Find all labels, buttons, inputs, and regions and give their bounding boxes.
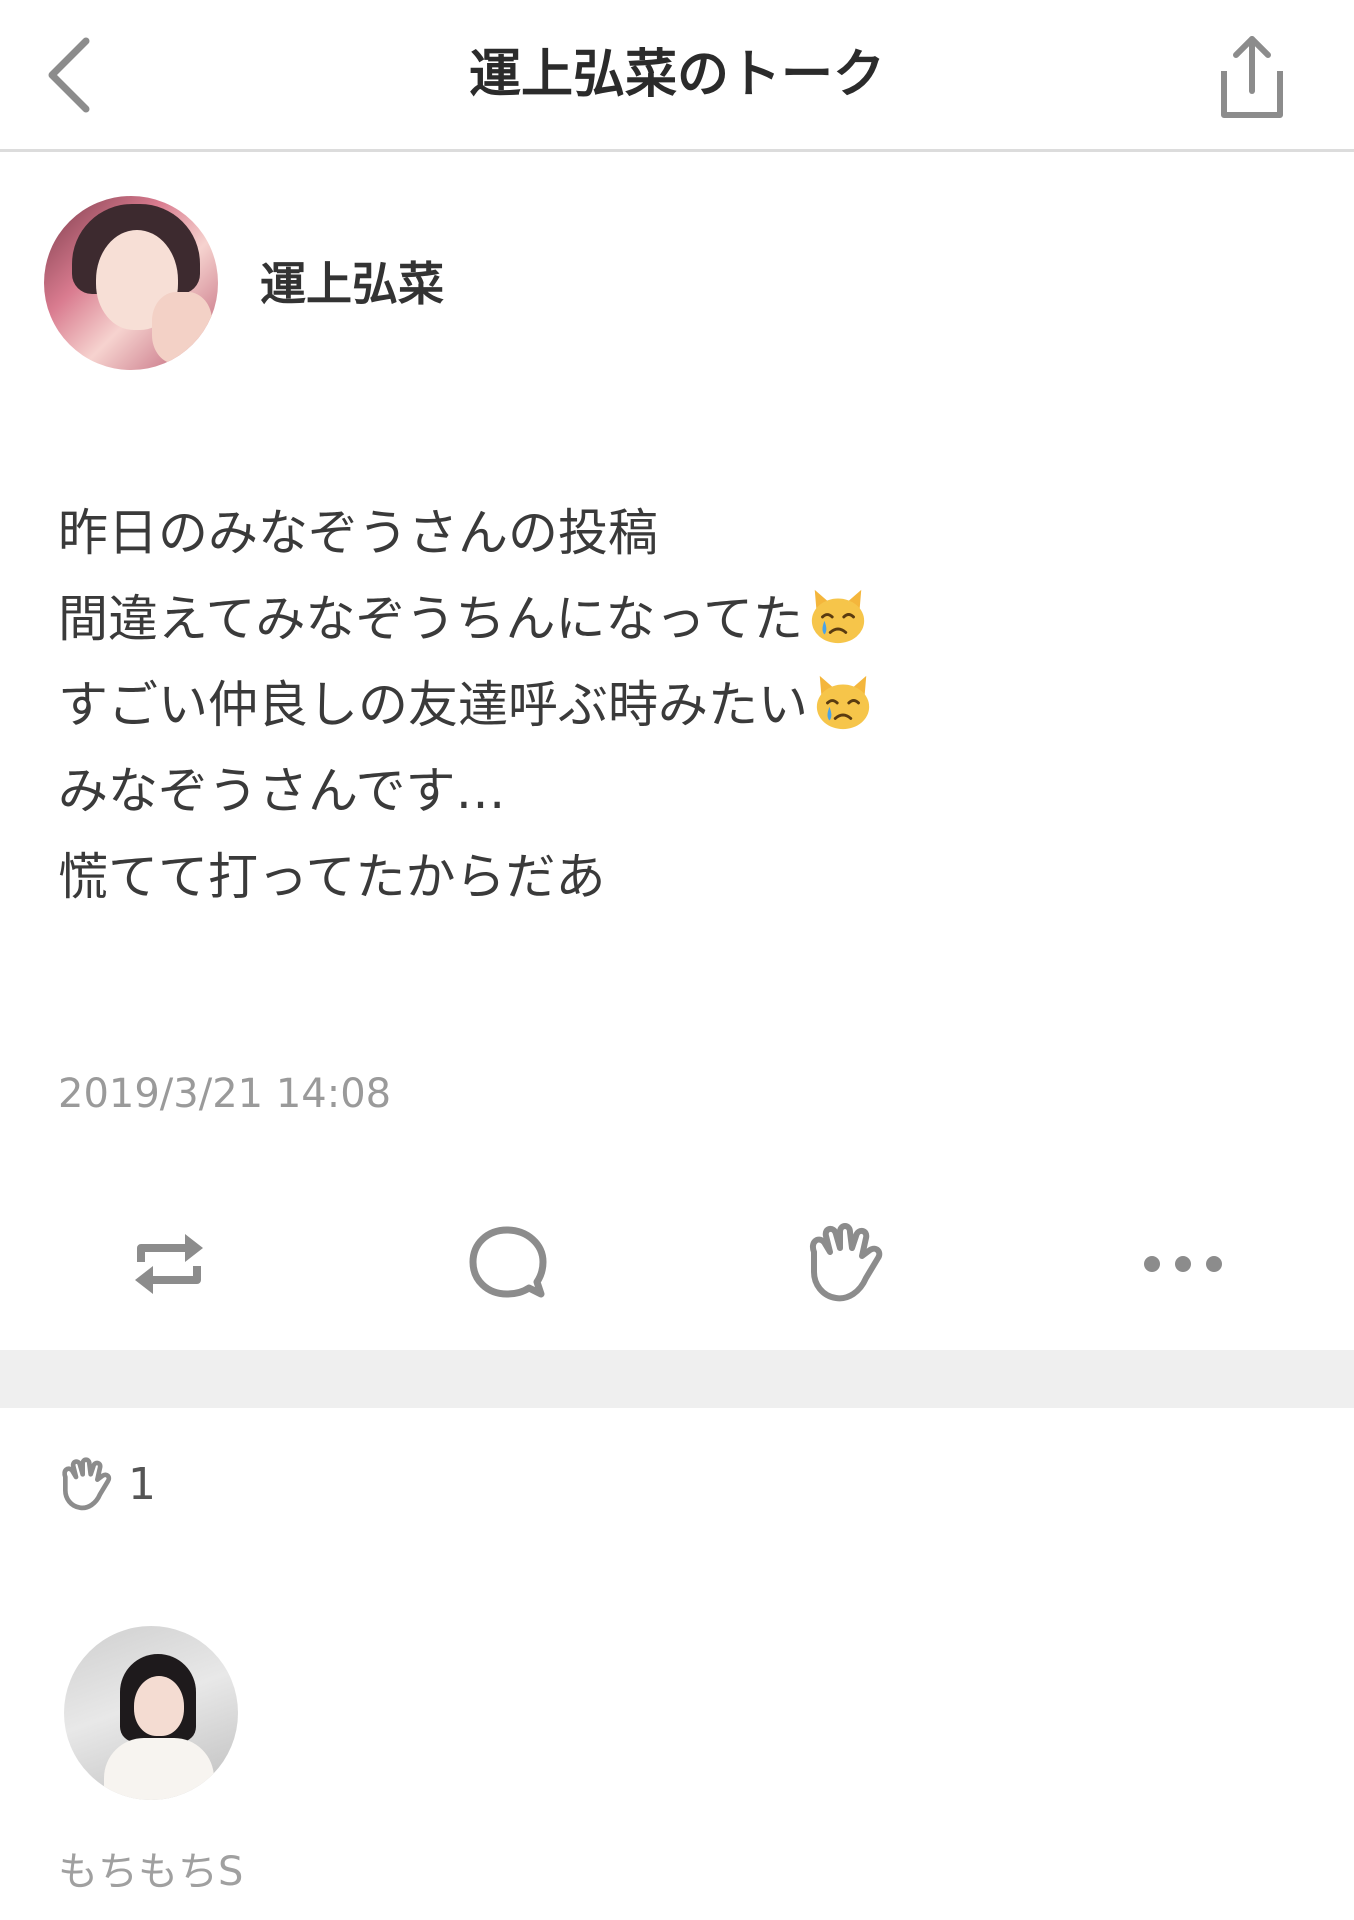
- app-header: 運上弘菜のトーク: [0, 0, 1354, 152]
- section-divider: [0, 1350, 1354, 1408]
- post-line-text: 昨日のみなぞうさんの投稿: [58, 504, 658, 562]
- post-line-text: みなぞうさんです…: [58, 762, 506, 820]
- reactor-name[interactable]: もちもちS: [58, 1844, 243, 1900]
- avatar-face: [134, 1676, 184, 1736]
- more-button[interactable]: [1128, 1214, 1238, 1314]
- post-line-text: 慌てて打ってたからだあ: [58, 848, 606, 906]
- post-line-text: すごい仲良しの友達呼ぶ時みたい: [58, 676, 808, 734]
- avatar-hand: [152, 292, 212, 364]
- post-line: 昨日のみなぞうさんの投稿: [58, 490, 1298, 576]
- reaction-count: 1: [128, 1459, 156, 1510]
- back-button[interactable]: [34, 30, 104, 120]
- page-title: 運上弘菜のトーク: [468, 45, 885, 105]
- post-timestamp: 2019/3/21 14:08: [58, 1071, 392, 1117]
- reactor-item[interactable]: [64, 1626, 238, 1800]
- post-line: 慌てて打ってたからだあ: [58, 834, 1298, 920]
- chevron-left-icon: [48, 37, 90, 113]
- avatar-body: [104, 1738, 214, 1800]
- clap-icon: [810, 1223, 883, 1302]
- repost-icon: [135, 1234, 203, 1294]
- clap-button[interactable]: [790, 1214, 900, 1314]
- share-icon: [1221, 36, 1283, 118]
- crying-cat-face-icon: [811, 589, 865, 644]
- post-line: 間違えてみなぞうちんになってた: [58, 576, 1298, 662]
- more-icon: [1144, 1256, 1222, 1272]
- clap-icon: [62, 1457, 112, 1511]
- reaction-summary[interactable]: 1: [56, 1450, 156, 1520]
- post-line-text: 間違えてみなぞうちんになってた: [58, 590, 803, 648]
- author-avatar[interactable]: [44, 196, 218, 370]
- comment-icon: [469, 1226, 547, 1298]
- post-line: すごい仲良しの友達呼ぶ時みたい: [58, 662, 1298, 748]
- reactor-avatar[interactable]: [64, 1626, 238, 1800]
- repost-button[interactable]: [114, 1214, 224, 1314]
- crying-cat-face-icon: [816, 675, 870, 730]
- action-bar: [0, 1200, 1354, 1330]
- post-body: 昨日のみなぞうさんの投稿 間違えてみなぞうちんになってた すごい仲良しの友達呼ぶ…: [58, 490, 1298, 920]
- share-button[interactable]: [1200, 26, 1300, 126]
- author-name[interactable]: 運上弘菜: [260, 254, 444, 314]
- comment-button[interactable]: [452, 1214, 562, 1314]
- post-line: みなぞうさんです…: [58, 748, 1298, 834]
